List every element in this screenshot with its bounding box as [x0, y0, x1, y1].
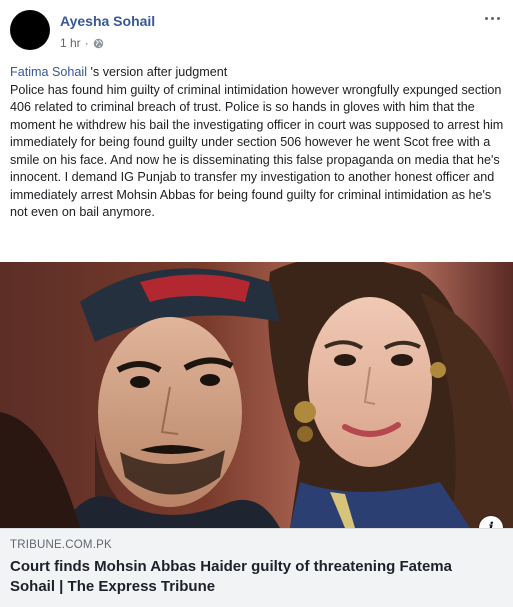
post-header: Ayesha Sohail 1 hr · — [0, 0, 513, 62]
author-name[interactable]: Ayesha Sohail — [60, 13, 155, 29]
avatar[interactable] — [10, 10, 50, 50]
post-paragraph: Police has found him guilty of criminal … — [10, 82, 504, 220]
post-meta: 1 hr · — [60, 36, 104, 50]
meta-separator: · — [84, 36, 89, 50]
mention-link[interactable]: Fatima Sohail — [10, 65, 87, 79]
facebook-post: Ayesha Sohail 1 hr · Fatima Sohail 's ve… — [0, 0, 513, 607]
more-options-icon[interactable] — [481, 11, 503, 25]
post-intro-line: Fatima Sohail 's version after judgment — [10, 64, 504, 82]
timestamp[interactable]: 1 hr — [60, 36, 81, 50]
intro-text: 's version after judgment — [87, 65, 228, 79]
link-headline[interactable]: Court finds Mohsin Abbas Haider guilty o… — [10, 557, 490, 597]
post-body: Fatima Sohail 's version after judgment … — [10, 64, 504, 222]
link-preview-card[interactable]: TRIBUNE.COM.PK Court finds Mohsin Abbas … — [0, 528, 513, 607]
more-dot — [490, 16, 494, 20]
link-preview-image[interactable]: i — [0, 262, 513, 528]
link-domain: TRIBUNE.COM.PK — [10, 539, 112, 551]
more-dot — [496, 16, 500, 20]
more-dot — [484, 16, 488, 20]
globe-icon[interactable] — [93, 38, 104, 49]
couple-photo — [0, 262, 513, 528]
